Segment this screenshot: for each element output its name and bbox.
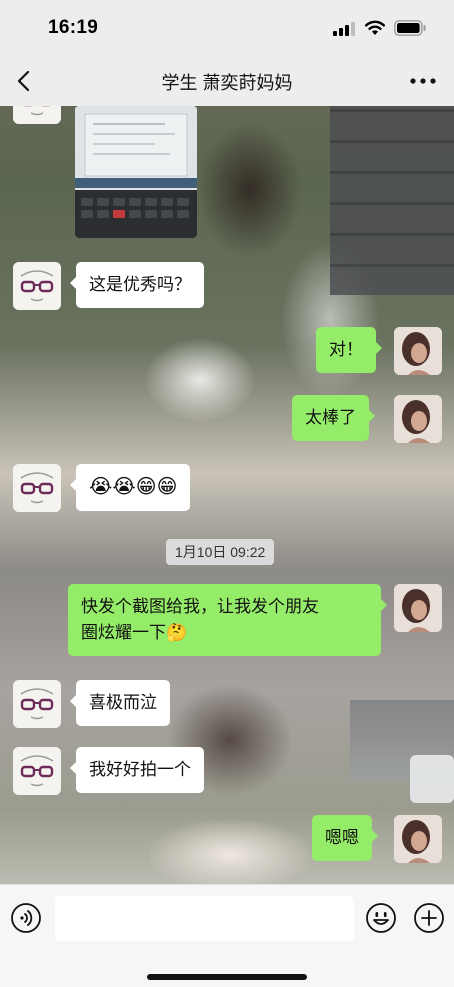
teacher-avatar[interactable] [13,262,61,310]
emoji-sequence: 😭😭😁😁 [89,476,178,498]
my-avatar[interactable] [394,584,442,632]
teacher-avatar[interactable] [13,464,61,512]
message-line: 快发个截图给我，让我发个朋友 [81,597,319,616]
home-indicator [147,974,307,980]
message-bubble-sent[interactable]: 嗯嗯 [312,815,378,861]
message-line: 圈炫耀一下🤔 [81,623,188,642]
status-time: 16:19 [48,17,99,38]
my-avatar[interactable] [394,395,442,443]
message-bubble-sent[interactable]: 快发个截图给我，让我发个朋友 圈炫耀一下🤔 [68,584,387,656]
timestamp: 1月10日 09:22 [166,539,275,565]
message-bubble-received[interactable]: 😭😭😁😁 [69,464,191,511]
message-bubble-sent[interactable]: 太棒了 [292,395,375,441]
chat-header: 学生 萧奕莳妈妈 [0,56,454,106]
input-bar [0,884,454,987]
cellular-signal-icon [333,22,355,36]
more-dots-icon[interactable] [410,78,436,84]
chat-title: 学生 萧奕莳妈妈 [161,73,293,93]
message-bubble-received[interactable]: 这是优秀吗？ [70,262,204,308]
image-message-screenshot[interactable] [75,106,197,238]
teacher-avatar[interactable] [13,680,61,728]
plus-icon[interactable] [413,902,445,934]
voice-icon[interactable] [10,902,42,934]
message-bubble-received[interactable]: 喜极而泣 [70,680,170,726]
battery-icon [394,20,426,36]
teacher-avatar[interactable] [13,747,61,795]
message-list: 这是优秀吗？ 对！ 太棒了 😭😭😁😁 1月10日 09:22 快发个截图给我，让… [0,106,454,884]
emoji-icon[interactable] [365,902,397,934]
message-bubble-received[interactable]: 我好好拍一个 [70,747,204,793]
status-bar: 16:19 [0,0,454,56]
message-input[interactable] [55,896,354,941]
teacher-avatar[interactable] [13,106,61,124]
my-avatar[interactable] [394,327,442,375]
my-avatar[interactable] [394,815,442,863]
message-bubble-sent[interactable]: 对！ [316,327,382,373]
wifi-icon [365,20,385,35]
